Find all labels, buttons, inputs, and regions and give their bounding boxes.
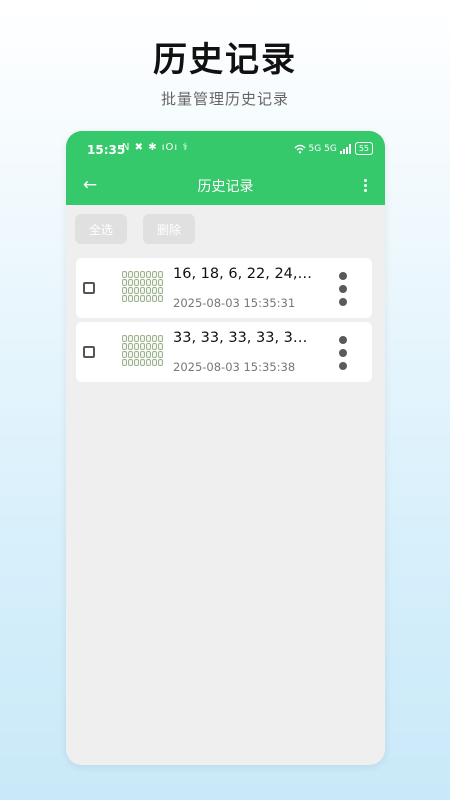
batch-toolbar: 全选 删除 xyxy=(75,214,195,244)
row-checkbox[interactable] xyxy=(83,282,95,294)
status-bar: 15:35 N ✖ ✱ ıOı ⚕ 5G 5G 55 xyxy=(66,131,385,167)
phone-screen: 15:35 N ✖ ✱ ıOı ⚕ 5G 5G 55 ← 历史记录 全选 删除 … xyxy=(66,131,385,765)
wifi-icon xyxy=(294,144,306,153)
status-right-icons: 5G 5G 55 xyxy=(294,142,373,155)
record-time: 2025-08-03 15:35:31 xyxy=(173,296,296,310)
record-time: 2025-08-03 15:35:38 xyxy=(173,360,296,374)
app-bar: ← 历史记录 xyxy=(66,167,385,205)
record-numbers: 16, 18, 6, 22, 24, 26 xyxy=(173,266,313,282)
row-more-icon[interactable] xyxy=(339,336,347,370)
row-more-icon[interactable] xyxy=(339,272,347,306)
record-numbers: 33, 33, 33, 33, 33, 33 xyxy=(173,330,313,346)
row-checkbox[interactable] xyxy=(83,346,95,358)
history-list: 16, 18, 6, 22, 24, 26 2025-08-03 15:35:3… xyxy=(76,258,372,386)
page-title: 历史记录 xyxy=(197,179,254,195)
promo-title: 历史记录 xyxy=(153,40,297,80)
tube-thumbnail-icon xyxy=(122,271,164,307)
tube-thumbnail-icon xyxy=(122,335,164,371)
select-all-button[interactable]: 全选 xyxy=(75,214,127,244)
status-time: 15:35 xyxy=(87,143,126,157)
more-vertical-icon[interactable] xyxy=(361,173,369,197)
list-item[interactable]: 16, 18, 6, 22, 24, 26 2025-08-03 15:35:3… xyxy=(76,258,372,318)
signal-icon xyxy=(339,143,351,154)
list-item[interactable]: 33, 33, 33, 33, 33, 33 2025-08-03 15:35:… xyxy=(76,322,372,382)
network-label: 5G 5G xyxy=(308,143,337,154)
promo-subtitle: 批量管理历史记录 xyxy=(160,90,289,108)
delete-button[interactable]: 删除 xyxy=(143,214,195,244)
status-notification-icons: N ✖ ✱ ıOı ⚕ xyxy=(122,142,189,153)
battery-icon: 55 xyxy=(354,142,373,155)
